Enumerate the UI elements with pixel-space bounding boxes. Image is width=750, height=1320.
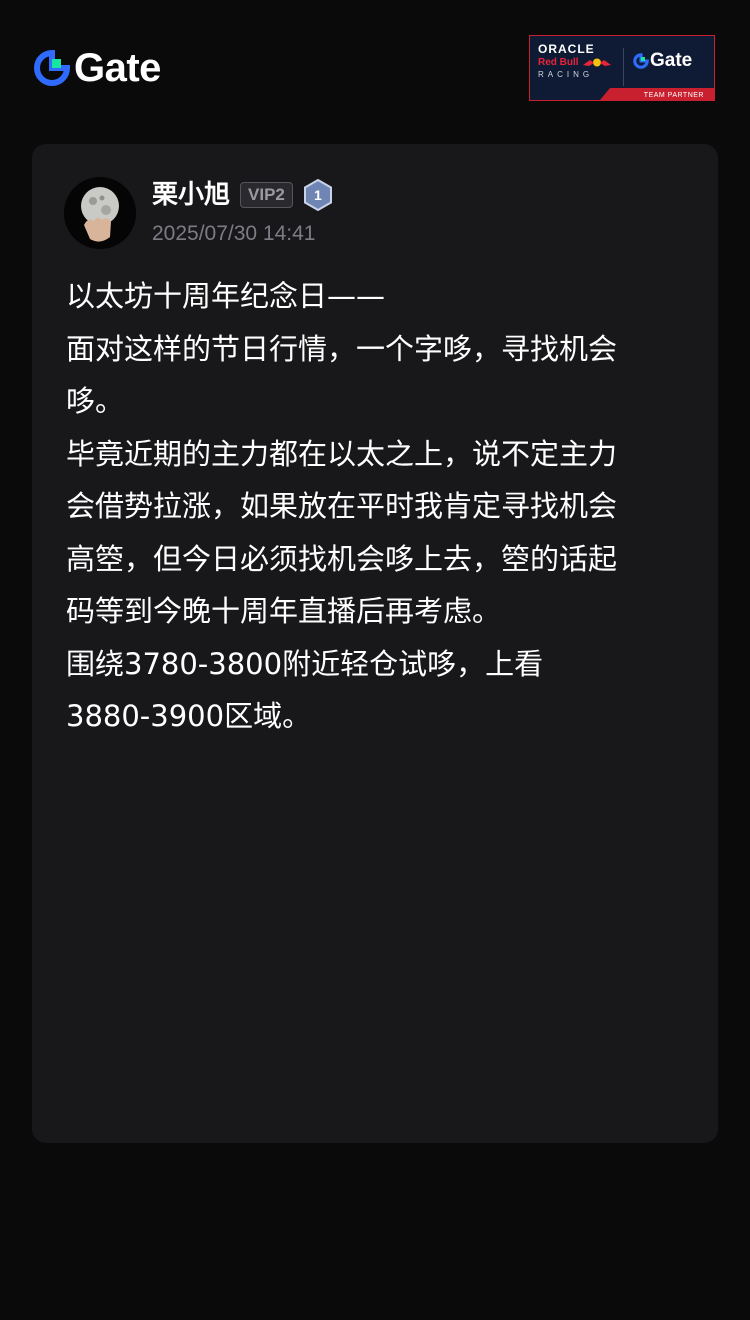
post-line: 以太坊十周年纪念日—— bbox=[66, 279, 386, 313]
oracle-text: ORACLE bbox=[538, 42, 595, 56]
redbull-text: Red Bull bbox=[538, 57, 579, 68]
oracle-redbull-racing-logo: ORACLE Red Bull RACING bbox=[538, 43, 618, 81]
post-line: 围绕3780-3800附近轻仓试哆，上看 bbox=[66, 646, 544, 681]
post-line: 哆。 bbox=[66, 384, 125, 418]
level-badge: 1 bbox=[303, 178, 333, 212]
partner-gate-icon bbox=[633, 53, 649, 69]
post-line: 面对这样的节日行情，一个字哆，寻找机会 bbox=[66, 331, 618, 366]
partner-gate-logo: Gate bbox=[633, 50, 692, 72]
vip-badge: VIP2 bbox=[240, 182, 293, 208]
racing-text: RACING bbox=[538, 70, 594, 79]
redbull-bulls-icon bbox=[582, 58, 611, 67]
post-line: 码等到今晚十周年直播后再考虑。 bbox=[66, 594, 502, 628]
post-body: 以太坊十周年纪念日—— 面对这样的节日行情，一个字哆，寻找机会 哆。 毕竟近期的… bbox=[66, 270, 696, 743]
author-name[interactable]: 栗小旭 bbox=[152, 177, 230, 213]
author-avatar[interactable] bbox=[64, 177, 136, 249]
gate-logo-text: Gate bbox=[74, 46, 161, 90]
post-line: 3880-3900区域。 bbox=[66, 699, 312, 733]
post-card[interactable]: 栗小旭 VIP2 1 2025/07/30 14:41 以太坊十周年纪念日—— … bbox=[32, 144, 718, 1143]
post-line: 高箜，但今日必须找机会哆上去，箜的话起 bbox=[66, 541, 618, 576]
post-line: 毕竟近期的主力都在以太之上，说不定主力 bbox=[66, 436, 618, 471]
level-number: 1 bbox=[313, 187, 322, 203]
team-partner-text: TEAM PARTNER bbox=[643, 92, 704, 99]
gate-logo-icon bbox=[34, 50, 70, 86]
gate-logo: Gate bbox=[34, 46, 161, 90]
post-timestamp: 2025/07/30 14:41 bbox=[152, 222, 316, 245]
partner-gate-text: Gate bbox=[650, 50, 693, 71]
moon-in-hand-avatar-icon bbox=[64, 177, 136, 249]
team-partner-banner: ORACLE Red Bull RACING Gate TEAM PARTNER bbox=[529, 35, 715, 101]
post-line: 会借势拉涨，如果放在平时我肯定寻找机会 bbox=[66, 489, 618, 523]
partner-divider bbox=[623, 48, 624, 86]
